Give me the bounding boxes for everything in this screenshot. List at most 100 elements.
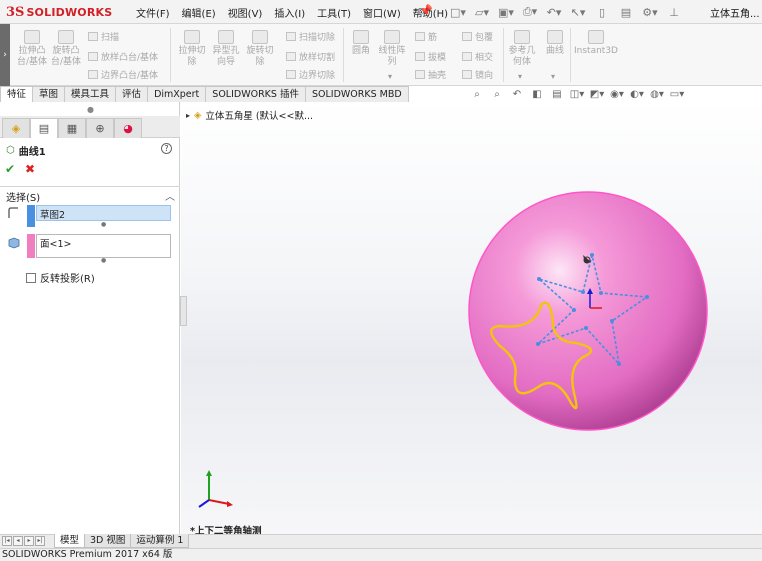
save-icon[interactable]: ▣▾ <box>496 4 516 20</box>
face-selection-box[interactable]: 面<1> <box>36 234 171 258</box>
tab-dimxpert[interactable]: DimXpert <box>147 86 207 102</box>
options-gear-icon[interactable]: ⚙▾ <box>640 4 660 20</box>
apply-scene-icon[interactable]: ◍▾ <box>650 88 664 100</box>
section-view-icon[interactable]: ◧ <box>530 88 544 100</box>
tab-addins[interactable]: SOLIDWORKS 插件 <box>205 86 306 102</box>
display-style-icon[interactable]: ◩▾ <box>590 88 604 100</box>
next-tab-icon[interactable]: ▸ <box>24 536 34 546</box>
menu-file[interactable]: 文件(F) <box>130 5 176 20</box>
solidworks-logo[interactable]: 3S SOLIDWORKS <box>6 3 114 21</box>
tab-model[interactable]: 模型 <box>54 534 86 548</box>
lofted-cut-button[interactable]: 放样切割 <box>286 50 335 63</box>
boundary-boss-button[interactable]: 边界凸台/基体 <box>88 68 158 81</box>
select-icon[interactable]: ↖▾ <box>568 4 588 20</box>
reverse-projection-option[interactable]: 反转投影(R) <box>26 270 95 285</box>
revolve-cut-label: 旋转切 除 <box>246 46 274 67</box>
reverse-projection-checkbox[interactable] <box>26 272 36 283</box>
zoom-to-fit-icon[interactable]: ⌕ <box>470 88 484 100</box>
rib-button[interactable]: 筋 <box>415 30 437 43</box>
revolve-cut-button[interactable]: 旋转切 除 <box>240 30 280 68</box>
pattern-dropdown-icon[interactable]: ▾ <box>388 72 392 81</box>
tripod-icon[interactable]: ⊥ <box>664 4 684 20</box>
model-view[interactable] <box>181 102 762 534</box>
list-resize-handle[interactable]: ● <box>101 221 106 228</box>
collapse-chevron-icon[interactable]: ︿ <box>165 188 175 203</box>
curves-button[interactable]: 曲线 <box>535 30 575 57</box>
tab-motion-study[interactable]: 运动算例 1 <box>130 534 190 548</box>
help-icon[interactable]: ? <box>161 143 172 154</box>
instant3d-label: Instant3D <box>574 46 618 56</box>
rebuild-icon[interactable]: ▯ <box>592 4 612 20</box>
selection-group-divider <box>0 186 180 187</box>
print-icon[interactable]: ⎙▾ <box>520 4 540 20</box>
linear-pattern-label: 线性阵 列 <box>378 46 406 67</box>
file-properties-icon[interactable]: ▤ <box>616 4 636 20</box>
view-orientation-icon[interactable]: ◫▾ <box>570 88 584 100</box>
graphics-viewport[interactable] <box>181 102 762 534</box>
previous-tab-icon[interactable]: ◂ <box>13 536 23 546</box>
tab-mbd[interactable]: SOLIDWORKS MBD <box>304 86 409 102</box>
ribbon-separator <box>170 28 171 82</box>
selection-section-title[interactable]: 选择(S) <box>6 189 40 204</box>
feature-manager-tab[interactable]: ◈ <box>2 118 30 138</box>
dimxpert-manager-tab[interactable]: ⊕ <box>86 118 114 138</box>
feature-manager-icon: ◈ <box>11 122 21 135</box>
dynamic-annotation-icon[interactable]: ▤ <box>550 88 564 100</box>
list-resize-handle[interactable]: ● <box>101 257 106 264</box>
linear-pattern-icon <box>384 30 400 44</box>
revolve-cut-icon <box>252 30 268 44</box>
linear-pattern-button[interactable]: 线性阵 列 <box>372 30 412 68</box>
menu-edit[interactable]: 编辑(E) <box>176 5 222 20</box>
wrap-button[interactable]: 包覆 <box>462 30 493 43</box>
sweep-button[interactable]: 扫描 <box>88 30 119 43</box>
tab-evaluate[interactable]: 评估 <box>115 86 149 102</box>
menu-view[interactable]: 视图(V) <box>222 5 269 20</box>
expand-arrow-icon[interactable]: ▸ <box>186 111 190 120</box>
boundary-cut-button[interactable]: 边界切除 <box>286 68 335 81</box>
tab-features[interactable]: 特征 <box>0 86 34 102</box>
pin-icon[interactable]: 📌 <box>419 4 433 17</box>
loft-boss-button[interactable]: 放样凸台/基体 <box>88 50 158 63</box>
menu-tools[interactable]: 工具(T) <box>311 5 357 20</box>
revolve-boss-button[interactable]: 旋转凸 台/基体 <box>46 30 86 68</box>
reference-dropdown-icon[interactable]: ▾ <box>518 72 522 81</box>
menu-insert[interactable]: 插入(I) <box>268 5 311 20</box>
ribbon-expand-handle[interactable]: › <box>0 24 10 86</box>
projected-curve-icon: ⬡ <box>6 145 15 156</box>
view-settings-icon[interactable]: ▭▾ <box>670 88 684 100</box>
instant3d-button[interactable]: Instant3D <box>571 30 621 57</box>
configuration-manager-tab[interactable]: ▦ <box>58 118 86 138</box>
dimxpert-manager-icon: ⊕ <box>95 122 105 135</box>
last-tab-icon[interactable]: ▸| <box>35 536 45 546</box>
shell-button[interactable]: 抽壳 <box>415 68 446 81</box>
property-manager-tab[interactable]: ▤ <box>30 118 58 138</box>
edit-appearance-icon[interactable]: ◐▾ <box>630 88 644 100</box>
mirror-button[interactable]: 镜向 <box>462 68 493 81</box>
intersect-button[interactable]: 相交 <box>462 50 493 63</box>
zoom-to-area-icon[interactable]: ⌕ <box>490 88 504 100</box>
panel-grip-icon[interactable]: ● <box>87 105 94 114</box>
open-icon[interactable]: ▱▾ <box>472 4 492 20</box>
manager-tabs: ◈ ▤ ▦ ⊕ ◕ <box>0 116 180 138</box>
tab-3d-views[interactable]: 3D 视图 <box>84 534 132 548</box>
sketch-selection-box[interactable]: 草图2 <box>36 205 171 221</box>
ok-button[interactable]: ✔ <box>5 162 15 176</box>
curves-dropdown-icon[interactable]: ▾ <box>551 72 555 81</box>
cancel-button[interactable]: ✖ <box>25 162 35 176</box>
swept-cut-button[interactable]: 扫描切除 <box>286 30 335 43</box>
instant3d-icon <box>588 30 604 44</box>
tab-mold-tools[interactable]: 模具工具 <box>64 86 117 102</box>
display-manager-tab[interactable]: ◕ <box>114 118 142 138</box>
hide-show-items-icon[interactable]: ◉▾ <box>610 88 624 100</box>
new-document-icon[interactable]: □▾ <box>448 4 468 20</box>
draft-button[interactable]: 拔模 <box>415 50 446 63</box>
panel-splitter-handle[interactable] <box>180 296 187 326</box>
undo-icon[interactable]: ↶▾ <box>544 4 564 20</box>
tab-sketch[interactable]: 草图 <box>32 86 66 102</box>
first-tab-icon[interactable]: |◂ <box>2 536 12 546</box>
sweep-label: 扫描 <box>101 33 120 43</box>
menu-window[interactable]: 窗口(W) <box>357 5 407 20</box>
previous-view-icon[interactable]: ↶ <box>510 88 524 100</box>
sphere-body[interactable] <box>468 191 708 431</box>
tree-root-label[interactable]: 立体五角星 (默认<<默... <box>205 108 313 122</box>
